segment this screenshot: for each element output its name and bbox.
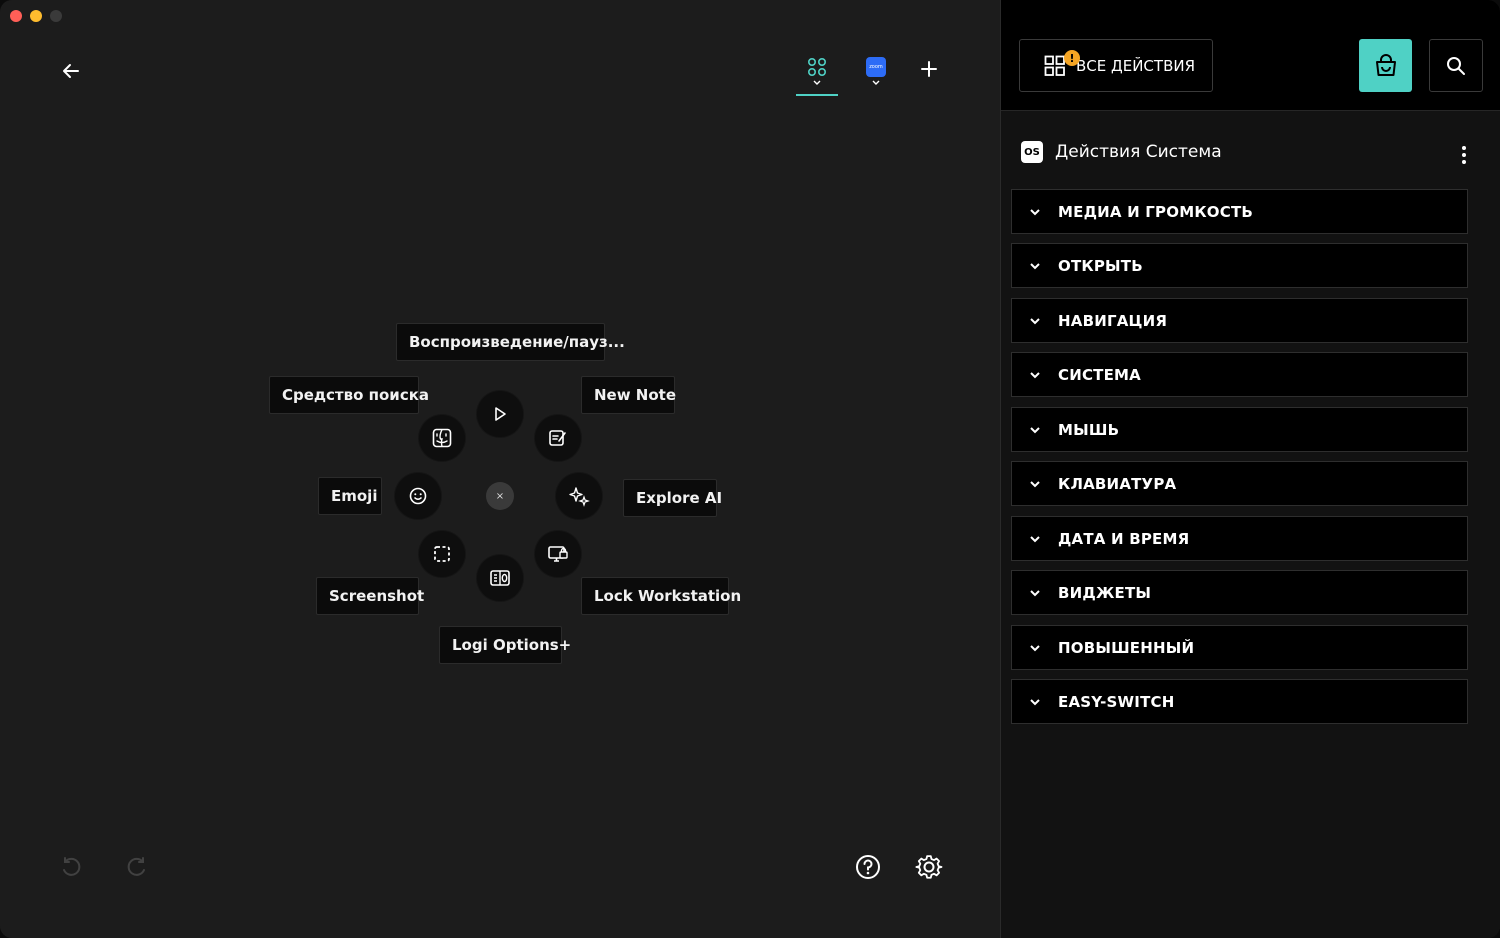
radial-button-finder[interactable]: [419, 415, 465, 461]
kebab-dot: [1462, 153, 1466, 157]
category-open[interactable]: ОТКРЫТЬ: [1011, 243, 1468, 288]
category-label: КЛАВИАТУРА: [1058, 474, 1177, 493]
radial-label-play-pause[interactable]: Воспроизведение/пауз...: [396, 323, 625, 361]
section-title: Действия Система: [1055, 142, 1222, 162]
active-tab-indicator: [796, 94, 838, 96]
tab-zoom-app[interactable]: zoom: [860, 52, 892, 92]
notification-badge: !: [1064, 50, 1080, 66]
category-advanced[interactable]: ПОВЫШЕННЫЙ: [1011, 625, 1468, 670]
arrow-left-icon: [63, 64, 79, 78]
chevron-down-icon: [1012, 479, 1058, 489]
category-keyboard[interactable]: КЛАВИАТУРА: [1011, 461, 1468, 506]
shopping-bag-icon: [1375, 53, 1396, 76]
minimize-window-button[interactable]: [30, 10, 42, 22]
emoji-smile-icon: [409, 487, 427, 505]
chevron-down-icon: [1012, 370, 1058, 380]
chevron-down-icon: [872, 80, 880, 85]
category-easy-switch[interactable]: EASY-SWITCH: [1011, 679, 1468, 724]
add-app-button[interactable]: [914, 54, 944, 84]
category-label: МЕДИА И ГРОМКОСТЬ: [1058, 202, 1254, 221]
section-header: OS Действия Система: [1021, 141, 1222, 163]
radial-label-logi-options[interactable]: Logi Options+: [439, 626, 571, 664]
category-label: ДАТА И ВРЕМЯ: [1058, 529, 1190, 548]
gear-icon: [915, 855, 943, 879]
zoom-window-button[interactable]: [50, 10, 62, 22]
radial-button-lock-workstation[interactable]: [535, 531, 581, 577]
radial-button-explore-ai[interactable]: [556, 473, 602, 519]
radial-button-new-note[interactable]: [535, 415, 581, 461]
window-controls: [10, 10, 62, 22]
search-button[interactable]: [1429, 39, 1483, 92]
sparkles-ai-icon: [569, 487, 590, 507]
category-label: СИСТЕМА: [1058, 365, 1141, 384]
radial-label-screenshot[interactable]: Screenshot: [316, 577, 424, 615]
category-widgets[interactable]: ВИДЖЕТЫ: [1011, 570, 1468, 615]
category-label: НАВИГАЦИЯ: [1058, 311, 1168, 330]
kebab-dot: [1462, 160, 1466, 164]
settings-button[interactable]: [914, 852, 944, 882]
all-actions-label: ВСЕ ДЕЙСТВИЯ: [1076, 56, 1195, 75]
chevron-down-icon: [1012, 261, 1058, 271]
more-options-button[interactable]: [1453, 142, 1475, 168]
undo-button[interactable]: [56, 852, 86, 882]
back-button[interactable]: [56, 56, 86, 86]
chevron-down-icon: [1012, 425, 1058, 435]
redo-icon: [127, 857, 145, 876]
apps-grid-icon: [807, 57, 827, 77]
chevron-down-icon: [1012, 697, 1058, 707]
radial-button-play-pause[interactable]: [477, 391, 523, 437]
kebab-dot: [1462, 146, 1466, 150]
radial-button-emoji[interactable]: [395, 473, 441, 519]
finder-icon: [432, 428, 452, 448]
undo-icon: [63, 857, 81, 876]
radial-button-screenshot[interactable]: [419, 531, 465, 577]
actions-panel-header: ВСЕ ДЕЙСТВИЯ !: [1001, 0, 1500, 111]
chevron-down-icon: [813, 80, 821, 85]
category-mouse[interactable]: МЫШЬ: [1011, 407, 1468, 452]
zoom-app-icon: zoom: [866, 57, 886, 77]
radial-label-lock-workstation[interactable]: Lock Workstation: [581, 577, 741, 615]
chevron-down-icon: [1012, 207, 1058, 217]
help-button[interactable]: [853, 852, 883, 882]
marketplace-button[interactable]: [1359, 39, 1412, 92]
note-edit-icon: [549, 430, 566, 446]
all-actions-button[interactable]: ВСЕ ДЕЙСТВИЯ !: [1019, 39, 1213, 92]
zoom-app-text: zoom: [869, 64, 883, 70]
category-system[interactable]: СИСТЕМА: [1011, 352, 1468, 397]
play-icon: [495, 407, 506, 421]
search-icon: [1447, 56, 1465, 75]
actions-panel: ВСЕ ДЕЙСТВИЯ ! OS Действия Система МЕДИА…: [1000, 0, 1500, 938]
category-label: EASY-SWITCH: [1058, 692, 1175, 711]
category-navigation[interactable]: НАВИГАЦИЯ: [1011, 298, 1468, 343]
category-label: ВИДЖЕТЫ: [1058, 583, 1152, 602]
radial-label-explore-ai[interactable]: Explore AI: [623, 479, 722, 517]
chevron-down-icon: [1012, 588, 1058, 598]
category-media-volume[interactable]: МЕДИА И ГРОМКОСТЬ: [1011, 189, 1468, 234]
radial-center-close-button[interactable]: ×: [486, 482, 514, 510]
lock-screen-icon: [548, 546, 568, 562]
category-label: ПОВЫШЕННЫЙ: [1058, 638, 1195, 657]
chevron-down-icon: [1012, 643, 1058, 653]
radial-label-finder[interactable]: Средство поиска: [269, 376, 429, 414]
screenshot-select-icon: [434, 546, 450, 562]
redo-button[interactable]: [122, 852, 152, 882]
app-window: zoom Воспроизведение/пауз... New Note Ex…: [0, 0, 1500, 938]
logi-options-icon: [490, 570, 510, 586]
close-window-button[interactable]: [10, 10, 22, 22]
help-icon: [856, 855, 880, 879]
chevron-down-icon: [1012, 316, 1058, 326]
category-date-time[interactable]: ДАТА И ВРЕМЯ: [1011, 516, 1468, 561]
apps-grid-icon: [1044, 55, 1065, 76]
gesture-editor-canvas: zoom Воспроизведение/пауз... New Note Ex…: [0, 0, 1000, 938]
radial-label-new-note[interactable]: New Note: [581, 376, 676, 414]
category-label: МЫШЬ: [1058, 420, 1120, 439]
radial-label-emoji[interactable]: Emoji: [318, 477, 382, 515]
chevron-down-icon: [1012, 534, 1058, 544]
tab-all-apps[interactable]: [800, 52, 834, 92]
radial-button-logi-options[interactable]: [477, 555, 523, 601]
category-label: ОТКРЫТЬ: [1058, 256, 1143, 275]
os-icon: OS: [1021, 141, 1043, 163]
plus-icon: [921, 61, 937, 77]
